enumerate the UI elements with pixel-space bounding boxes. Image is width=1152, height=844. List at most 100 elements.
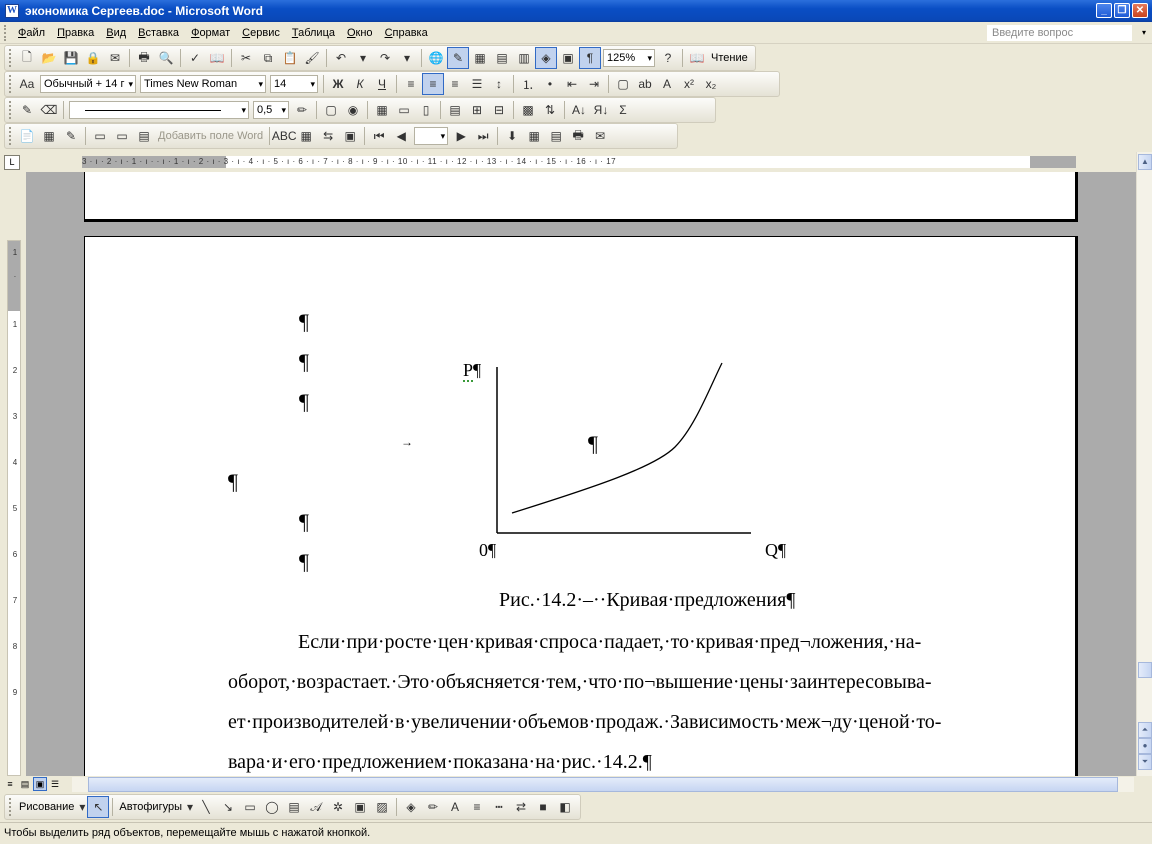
scroll-up-icon[interactable]: ▲ [1138,154,1152,170]
3d-style-icon[interactable]: ◧ [554,796,576,818]
maximize-button[interactable]: ❐ [1114,3,1130,18]
merge-to-document-icon[interactable]: ▤ [545,125,567,147]
match-fields-icon[interactable]: ⇆ [317,125,339,147]
picture-icon[interactable]: ▨ [371,796,393,818]
help-search-input[interactable]: Введите вопрос [987,25,1132,41]
increase-indent-icon[interactable]: ⇥ [583,73,605,95]
highlight-icon[interactable]: ab [634,73,656,95]
distribute-rows-icon[interactable]: ⊞ [466,99,488,121]
web-view-icon[interactable]: ▤ [18,777,32,791]
font-color-icon[interactable]: A [444,796,466,818]
close-button[interactable]: ✕ [1132,3,1148,18]
outline-view-icon[interactable]: ☰ [48,777,62,791]
scroll-thumb[interactable] [1138,662,1152,678]
menu-edit[interactable]: Правка [51,25,100,41]
paste-icon[interactable]: 📋 [279,47,301,69]
address-block-icon[interactable]: ▭ [89,125,111,147]
zoom-select[interactable]: 125% [603,49,655,67]
recipients-icon[interactable]: ✎ [60,125,82,147]
previous-page-icon[interactable]: ⏶ [1138,722,1152,738]
autoshapes-menu-button[interactable]: Автофигуры [116,801,185,813]
help-dropdown-icon[interactable]: ▾ [1142,28,1146,37]
numbering-icon[interactable]: ⒈ [517,73,539,95]
distribute-columns-icon[interactable]: ⊟ [488,99,510,121]
help-icon[interactable]: ? [657,47,679,69]
menu-file[interactable]: Файл [12,25,51,41]
drawing-menu-button[interactable]: Рисование [16,801,77,813]
permission-icon[interactable]: 🔒 [82,47,104,69]
redo-dropdown-icon[interactable]: ▾ [396,47,418,69]
view-merged-data-icon[interactable]: ABC [272,125,297,147]
arrow-style-icon[interactable]: ⇄ [510,796,532,818]
rectangle-icon[interactable]: ▭ [239,796,261,818]
vertical-scrollbar[interactable]: ▲ ⏶ ● ⏷ [1136,152,1152,776]
record-number-input[interactable] [414,127,449,145]
fill-color-icon[interactable]: ◈ [400,796,422,818]
document-map-icon[interactable]: ▣ [557,47,579,69]
decrease-indent-icon[interactable]: ⇤ [561,73,583,95]
menu-view[interactable]: Вид [100,25,132,41]
line-style-select[interactable] [69,101,249,119]
undo-dropdown-icon[interactable]: ▾ [352,47,374,69]
align-cell-icon[interactable]: ▤ [444,99,466,121]
open-data-source-icon[interactable]: ▦ [38,125,60,147]
outside-border-icon[interactable]: ▢ [320,99,342,121]
print-icon[interactable]: 🖶 [133,47,155,69]
word-app-icon[interactable]: W [5,4,19,18]
clip-art-icon[interactable]: ▣ [349,796,371,818]
horizontal-scroll-thumb[interactable] [88,777,1118,792]
normal-view-icon[interactable]: ≡ [3,777,17,791]
text-box-icon[interactable]: ▤ [283,796,305,818]
text-direction-icon[interactable]: ⇅ [539,99,561,121]
menu-tools[interactable]: Сервис [236,25,286,41]
autosum-icon[interactable]: Σ [612,99,634,121]
subscript-icon[interactable]: x₂ [700,73,722,95]
border-color-icon[interactable]: ✏ [291,99,313,121]
font-select[interactable]: Times New Roman [140,75,266,93]
email-icon[interactable]: ✉ [104,47,126,69]
greeting-line-icon[interactable]: ▭ [111,125,133,147]
font-size-select[interactable]: 14 [270,75,318,93]
next-record-icon[interactable]: ▶ [450,125,472,147]
merge-cells-icon[interactable]: ▭ [393,99,415,121]
research-icon[interactable]: 📖 [206,47,228,69]
format-painter-icon[interactable]: 🖌 [301,47,323,69]
cut-icon[interactable]: ✂ [235,47,257,69]
bullets-icon[interactable]: • [539,73,561,95]
highlight-fields-icon[interactable]: ▦ [295,125,317,147]
insert-table-icon[interactable]: ▦ [371,99,393,121]
tab-selector[interactable]: L [4,155,20,170]
split-cells-icon[interactable]: ▯ [415,99,437,121]
line-color-icon[interactable]: ✏ [422,796,444,818]
minimize-button[interactable]: _ [1096,3,1112,18]
shadow-icon[interactable]: ■ [532,796,554,818]
toolbar-grip[interactable] [9,127,13,145]
line-spacing-icon[interactable]: ↕ [488,73,510,95]
styles-pane-icon[interactable]: Aa [16,73,38,95]
toolbar-grip[interactable] [9,798,13,816]
check-errors-icon[interactable]: ▦ [523,125,545,147]
dash-style-icon[interactable]: ┅ [488,796,510,818]
horizontal-scrollbar[interactable] [72,777,1134,792]
page-current[interactable]: ¶ ¶ ¶ → ¶ ¶ ¶ P¶ ¶ 0¶ Q¶ Рис.·14.2·–··Кр… [84,236,1078,776]
undo-icon[interactable]: ↶ [330,47,352,69]
columns-icon[interactable]: ▥ [513,47,535,69]
align-center-icon[interactable]: ≡ [422,73,444,95]
select-objects-icon[interactable]: ↖ [87,796,110,818]
first-record-icon[interactable]: ⏮ [368,125,390,147]
align-right-icon[interactable]: ≡ [444,73,466,95]
shading-color-icon[interactable]: ◉ [342,99,364,121]
merge-fields-icon[interactable]: ▤ [133,125,155,147]
print-layout-icon[interactable]: ▣ [33,777,47,791]
drawing-icon[interactable]: ◈ [535,47,557,69]
find-entry-icon[interactable]: ⬇ [501,125,523,147]
page-previous[interactable] [84,172,1078,222]
spelling-icon[interactable]: ✓ [184,47,206,69]
line-weight-select[interactable]: 0,5 [253,101,289,119]
style-select[interactable]: Обычный + 14 г [40,75,136,93]
save-icon[interactable]: 💾 [60,47,82,69]
next-page-icon[interactable]: ⏷ [1138,754,1152,770]
print-preview-icon[interactable]: 🔍 [155,47,177,69]
copy-icon[interactable]: ⧉ [257,47,279,69]
show-hide-paragraph-icon[interactable]: ¶ [579,47,601,69]
